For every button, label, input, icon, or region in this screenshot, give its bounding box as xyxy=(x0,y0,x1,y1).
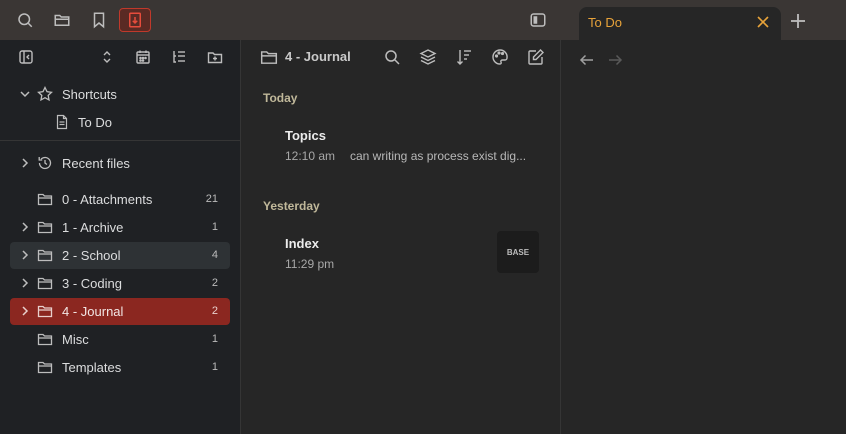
folder-icon xyxy=(37,275,53,291)
current-folder-title: 4 - Journal xyxy=(285,49,351,64)
folder-count: 2 xyxy=(211,277,218,289)
bookmark-icon[interactable] xyxy=(83,8,115,32)
app-window: To Do Shortcuts To Do Recent files 0 - A… xyxy=(0,0,846,434)
sidebar-toggle-icon[interactable] xyxy=(522,8,554,32)
new-folder-icon[interactable] xyxy=(205,48,225,66)
file-icon xyxy=(54,114,70,130)
chevron-right-icon xyxy=(19,157,31,169)
folder-item-3-coding[interactable]: 3 - Coding 2 xyxy=(10,270,230,297)
shortcut-item-to-do[interactable]: To Do xyxy=(10,109,230,136)
search-icon[interactable] xyxy=(9,8,41,32)
folder-icon xyxy=(260,48,278,66)
star-icon xyxy=(37,86,53,102)
tab-title: To Do xyxy=(588,15,622,30)
shortcut-item-label: To Do xyxy=(78,115,112,130)
section-today: Today xyxy=(263,91,298,105)
folder-label: 1 - Archive xyxy=(62,220,124,235)
folder-item-0-attachments[interactable]: 0 - Attachments 21 xyxy=(10,186,230,213)
recent-files-group[interactable]: Recent files xyxy=(10,150,230,177)
section-yesterday: Yesterday xyxy=(263,199,320,213)
chevron-down-icon xyxy=(19,88,31,100)
chevron-right-icon xyxy=(19,249,31,261)
folder-icon xyxy=(37,359,53,375)
folder-icon[interactable] xyxy=(46,8,78,32)
folder-icon xyxy=(37,331,53,347)
sort-tree-icon[interactable] xyxy=(169,48,189,66)
note-time: 11:29 pm xyxy=(285,257,335,271)
editor-pane xyxy=(561,40,846,434)
layers-icon[interactable] xyxy=(419,48,437,66)
folder-label: Misc xyxy=(62,332,89,347)
folder-count: 4 xyxy=(211,249,218,261)
title-bar: To Do xyxy=(0,0,846,40)
shortcuts-group[interactable]: Shortcuts xyxy=(10,81,230,108)
note-list-pane: 4 - Journal Today Topics 12:10 am can wr… xyxy=(241,40,561,434)
folder-icon xyxy=(37,219,53,235)
shortcuts-label: Shortcuts xyxy=(62,87,117,102)
folder-icon xyxy=(37,303,53,319)
sidebar-divider xyxy=(0,140,240,141)
folder-count: 1 xyxy=(211,333,218,345)
back-arrow-icon[interactable] xyxy=(579,52,595,68)
folder-icon xyxy=(37,191,53,207)
folder-item-4-journal[interactable]: 4 - Journal 2 xyxy=(10,298,230,325)
palette-icon[interactable] xyxy=(491,48,509,66)
folder-label: 0 - Attachments xyxy=(62,192,153,207)
note-thumbnail: BASE xyxy=(497,231,539,273)
folder-count: 2 xyxy=(211,305,218,317)
chevron-right-icon xyxy=(19,305,31,317)
folder-label: 2 - School xyxy=(62,248,121,263)
forward-arrow-icon[interactable] xyxy=(607,52,623,68)
sort-icon[interactable] xyxy=(455,48,473,66)
folder-item-1-archive[interactable]: 1 - Archive 1 xyxy=(10,214,230,241)
folder-item-2-school[interactable]: 2 - School 4 xyxy=(10,242,230,269)
close-icon[interactable] xyxy=(755,14,771,30)
search-icon[interactable] xyxy=(383,48,401,66)
folder-label: 3 - Coding xyxy=(62,276,122,291)
calendar-note-icon[interactable] xyxy=(119,8,151,32)
note-title: Index xyxy=(285,236,319,251)
file-explorer-sidebar: Shortcuts To Do Recent files 0 - Attachm… xyxy=(0,40,241,434)
expand-collapse-icon[interactable] xyxy=(97,48,117,66)
chevron-right-icon xyxy=(19,221,31,233)
folder-item-templates[interactable]: Templates 1 xyxy=(10,354,230,381)
history-icon xyxy=(37,155,53,171)
note-title: Topics xyxy=(285,128,326,143)
collapse-sidebar-icon[interactable] xyxy=(16,48,36,66)
new-note-icon[interactable] xyxy=(527,48,545,66)
note-time: 12:10 am xyxy=(285,149,336,163)
calendar-icon[interactable] xyxy=(133,48,153,66)
folder-count: 21 xyxy=(205,193,218,205)
chevron-right-icon xyxy=(19,277,31,289)
folder-icon xyxy=(37,247,53,263)
folder-count: 1 xyxy=(211,221,218,233)
note-preview: can writing as process exist dig... xyxy=(350,149,527,163)
folder-label: Templates xyxy=(62,360,122,375)
folder-item-misc[interactable]: Misc 1 xyxy=(10,326,230,353)
recent-files-label: Recent files xyxy=(62,156,130,171)
plus-icon[interactable] xyxy=(788,11,808,31)
folder-label: 4 - Journal xyxy=(62,304,124,319)
folder-count: 1 xyxy=(211,361,218,373)
tab-to-do[interactable]: To Do xyxy=(579,7,781,40)
